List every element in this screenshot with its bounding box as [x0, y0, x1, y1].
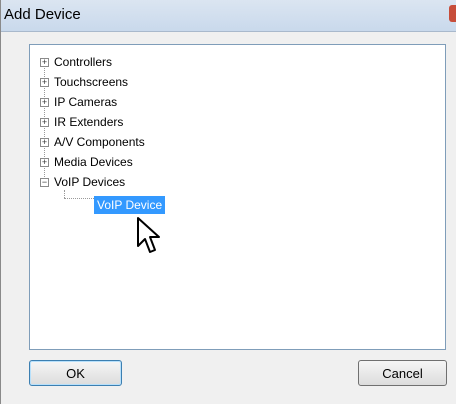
device-tree[interactable]: + Controllers + Touchscreens + IP Camera… — [29, 44, 446, 350]
tree-item-touchscreens[interactable]: + Touchscreens — [40, 73, 129, 91]
tree-item-label: IP Cameras — [54, 95, 118, 109]
arrow-pointer-icon — [137, 217, 160, 253]
add-device-dialog: Add Device + Controllers + Touchscreens … — [0, 0, 456, 404]
window-title: Add Device — [4, 6, 81, 23]
tree-item-voip-devices[interactable]: − VoIP Devices — [40, 173, 126, 191]
tree-item-ip-cameras[interactable]: + IP Cameras — [40, 93, 118, 111]
tree-item-label: Media Devices — [54, 155, 133, 169]
expand-icon[interactable]: + — [40, 77, 49, 87]
tree-item-label: VoIP Devices — [54, 175, 126, 189]
cancel-button[interactable]: Cancel — [358, 360, 447, 386]
collapse-icon[interactable]: − — [40, 177, 49, 187]
tree-item-media-devices[interactable]: + Media Devices — [40, 153, 134, 171]
expand-icon[interactable]: + — [40, 117, 49, 127]
tree-item-label: Touchscreens — [54, 75, 129, 89]
ok-button[interactable]: OK — [29, 360, 122, 386]
expand-icon[interactable]: + — [40, 97, 49, 107]
title-bar[interactable]: Add Device — [1, 0, 456, 32]
voip-child-connector-vertical-line — [64, 190, 65, 198]
tree-item-label: IR Extenders — [54, 115, 124, 129]
expand-icon[interactable]: + — [40, 137, 49, 147]
tree-item-label: Controllers — [54, 55, 113, 69]
tree-item-label: A/V Components — [54, 135, 145, 149]
voip-child-connector-horizontal-line — [64, 198, 94, 199]
tree-item-voip-device-selected[interactable]: VoIP Device — [94, 196, 166, 214]
expand-icon[interactable]: + — [40, 57, 49, 67]
expand-icon[interactable]: + — [40, 157, 49, 167]
close-icon[interactable] — [449, 5, 456, 22]
tree-item-av-components[interactable]: + A/V Components — [40, 133, 146, 151]
tree-item-ir-extenders[interactable]: + IR Extenders — [40, 113, 124, 131]
tree-item-controllers[interactable]: + Controllers — [40, 53, 113, 71]
